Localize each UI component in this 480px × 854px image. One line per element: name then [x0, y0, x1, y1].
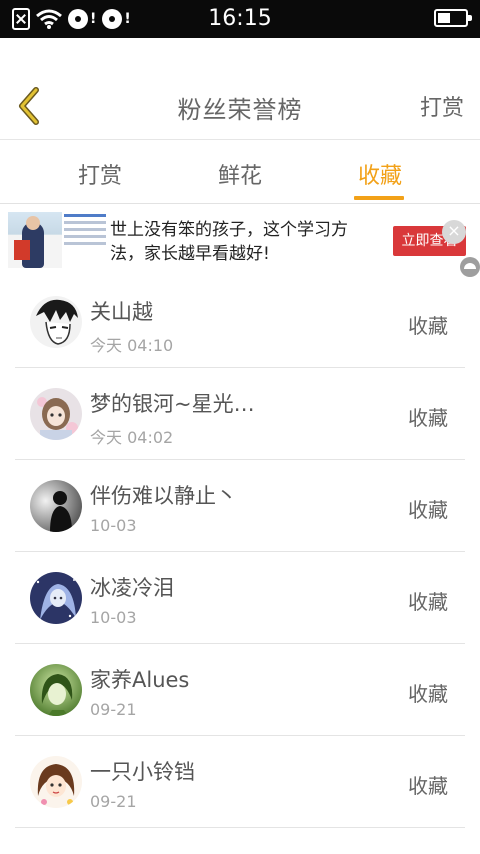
cartoon-girl-avatar	[30, 756, 82, 808]
tab-reward[interactable]: 打赏	[45, 158, 155, 190]
tab-favorites[interactable]: 收藏	[325, 158, 435, 190]
fan-name: 一只小铃铛	[90, 760, 195, 784]
list-item[interactable]: 关山越 今天 04:10 收藏	[0, 276, 480, 368]
list-item[interactable]: 家养Alues 09-21 收藏	[0, 644, 480, 736]
fan-time: 09-21	[90, 792, 137, 811]
battery-icon	[434, 9, 472, 27]
list-item[interactable]: 伴伤难以静止丶 10-03 收藏	[0, 460, 480, 552]
ad-badge-icon	[460, 257, 480, 277]
fan-name: 冰凌冷泪	[90, 576, 174, 600]
favorite-label: 收藏	[408, 406, 448, 430]
favorite-label: 收藏	[408, 498, 448, 522]
reward-button[interactable]: 打赏	[420, 90, 464, 122]
status-time: 16:15	[208, 6, 272, 31]
anime-girl-avatar	[30, 388, 82, 440]
page-title: 粉丝荣誉榜	[177, 96, 303, 124]
favorite-label: 收藏	[408, 682, 448, 706]
active-tab-indicator	[354, 196, 404, 200]
ad-text: 世上没有笨的孩子，这个学习方法，家长越早看越好!	[110, 220, 348, 264]
ad-thumbnail-text	[64, 214, 106, 254]
green-portrait-avatar	[30, 664, 82, 716]
favorite-label: 收藏	[408, 590, 448, 614]
fan-name: 关山越	[90, 300, 153, 324]
fan-time: 10-03	[90, 608, 137, 627]
favorite-label: 收藏	[408, 314, 448, 338]
fan-name: 伴伤难以静止丶	[90, 484, 237, 508]
list-item[interactable]: 冰凌冷泪 10-03 收藏	[0, 552, 480, 644]
favorite-label: 收藏	[408, 774, 448, 798]
fan-name: 梦的银河~星光…	[90, 392, 255, 416]
top-bar: 粉丝荣誉榜 打赏	[0, 38, 480, 140]
fan-name: 家养Alues	[90, 668, 190, 692]
tab-flowers[interactable]: 鲜花	[185, 158, 295, 190]
silhouette-avatar	[30, 480, 82, 532]
ad-banner[interactable]: 世上没有笨的孩子，这个学习方法，家长越早看越好! 立即查看	[0, 204, 480, 274]
fan-time: 09-21	[90, 700, 137, 719]
fan-time: 10-03	[90, 516, 137, 535]
tab-bar: 打赏 鲜花 收藏	[0, 140, 480, 204]
anime-sketch-avatar	[30, 296, 82, 348]
blue-anime-avatar	[30, 572, 82, 624]
fan-time: 今天 04:02	[90, 428, 174, 447]
status-bar: ! ! 16:15	[0, 0, 480, 38]
ad-image	[8, 212, 62, 268]
list-item[interactable]: 一只小铃铛 09-21 收藏	[0, 736, 480, 828]
fan-time: 今天 04:10	[90, 336, 174, 355]
list-item[interactable]: 梦的银河~星光… 今天 04:02 收藏	[0, 368, 480, 460]
fan-list: 关山越 今天 04:10 收藏 梦的银河~星光… 今天 04:02 收藏 伴伤难…	[0, 276, 480, 828]
ad-close-icon[interactable]: ×	[442, 220, 466, 244]
